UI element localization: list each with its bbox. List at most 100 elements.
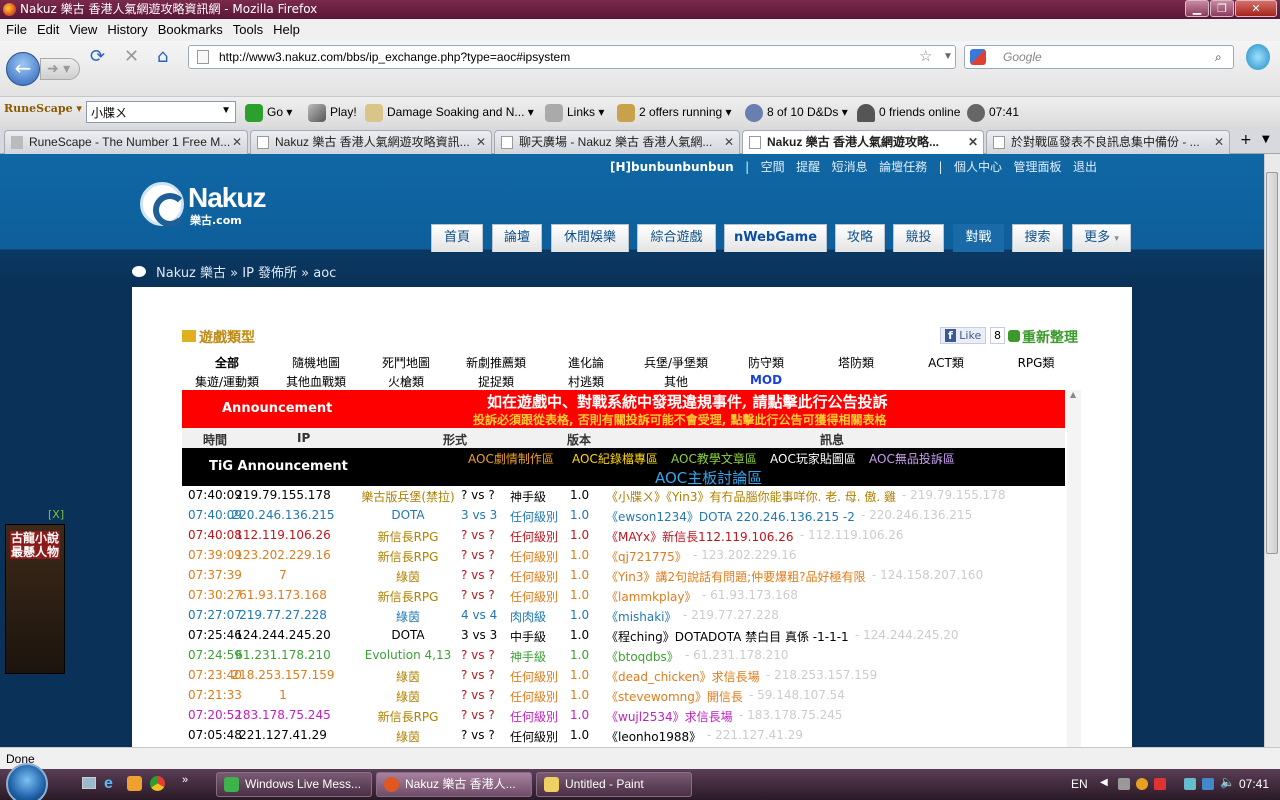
taskbar-overflow-icon[interactable]: » — [182, 774, 188, 786]
tab-close-icon[interactable]: ✕ — [1214, 131, 1224, 153]
maximize-button[interactable]: ❐ — [1210, 0, 1234, 17]
cat-rpg[interactable]: RPG類 — [991, 354, 1081, 371]
announcement-line1[interactable]: 如在遊戲中、對戰系統中發現違規事件, 請點擊此行公告投訴 — [487, 391, 887, 412]
back-button[interactable]: ← — [6, 52, 40, 86]
skype-icon[interactable] — [1246, 44, 1270, 70]
user-link-admin[interactable]: 管理面板 — [1013, 160, 1061, 174]
user-link-tasks[interactable]: 論壇任務 — [879, 160, 927, 174]
menu-bookmarks[interactable]: Bookmarks — [154, 19, 227, 40]
navtab-games[interactable]: 綜合遊戲 — [637, 224, 716, 252]
table-row[interactable]: 07:40:09 220.246.136.215 DOTA 3 vs 3 任何級別 1.0… — [188, 506, 1068, 526]
start-button[interactable] — [6, 763, 48, 800]
row-message[interactable]: 《小牒ㄨ》《Yin3》有冇品腦你能事咩你. 老. 母. 傲. 雞 — [606, 488, 896, 505]
table-row[interactable]: 07:27:07 219.77.27.228 綠茵 4 vs 4 肉肉級 1.0 《mish… — [188, 606, 1068, 626]
new-tab-icon[interactable]: + — [1240, 132, 1252, 148]
row-message[interactable]: 《程ching》DOTADOTA 禁白目 真係 -1-1-1 — [606, 628, 849, 645]
tig-main-board[interactable]: AOC主板討論區 — [655, 467, 762, 488]
forward-button[interactable]: ➜ ▾ — [40, 58, 80, 80]
search-input[interactable]: Google ⌕ — [964, 45, 1234, 69]
url-bar[interactable]: http://www3.nakuz.com/bbs/ip_exchange.ph… — [188, 45, 956, 69]
refresh-button[interactable]: 重新整理 — [1008, 327, 1078, 347]
cat-sports[interactable]: 集遊/運動類 — [182, 373, 272, 390]
cat-castle[interactable]: 兵堡/爭堡類 — [631, 354, 721, 371]
cat-other-battle[interactable]: 其他血戰類 — [271, 373, 361, 390]
system-clock[interactable]: 07:41 — [1239, 777, 1269, 791]
navtab-bidding[interactable]: 競投 — [893, 224, 944, 252]
tray-icon-1[interactable] — [1118, 778, 1130, 790]
navtab-home[interactable]: 首頁 — [431, 224, 483, 252]
table-row[interactable]: 07:05:48 221.127.41.29 綠茵? vs ? 任何級別 1.0 《leo… — [188, 726, 1068, 746]
stop-icon[interactable]: ✕ — [124, 46, 139, 67]
tab-backup[interactable]: 於對戰區發表不良訊息集中備份 - ... ✕ — [986, 130, 1230, 154]
facebook-like-button[interactable]: f Like — [940, 327, 987, 344]
row-message[interactable]: 《Yin3》講2句說話有問題;仲要爆粗?品好極有限 — [606, 568, 866, 585]
links-button[interactable]: Links ▾ — [545, 104, 604, 122]
tab-close-icon[interactable]: ✕ — [476, 131, 486, 153]
row-message[interactable]: 《btoqdbs》 — [606, 648, 679, 665]
menu-edit[interactable]: Edit — [33, 19, 63, 40]
site-logo[interactable]: Nakuz 樂古.com — [140, 182, 280, 228]
bookmark-star-icon[interactable]: ☆ — [919, 46, 932, 68]
cat-new-recommended[interactable]: 新劇推薦類 — [451, 354, 541, 371]
navtab-battle[interactable]: 對戰 — [953, 224, 1004, 252]
menu-history[interactable]: History — [103, 19, 151, 40]
navtab-search[interactable]: 搜索 — [1012, 224, 1063, 252]
damage-link[interactable]: Damage Soaking and N... ▾ — [365, 104, 534, 122]
taskbar-firefox[interactable]: Nakuz 樂古 香港人... — [376, 772, 532, 797]
user-link-space[interactable]: 空間 — [761, 160, 785, 174]
tray-icon-4[interactable] — [1184, 778, 1196, 790]
row-message[interactable]: 《ewson1234》DOTA 220.246.136.215 -2 — [606, 508, 855, 525]
scroll-up-icon[interactable]: ▲ — [1070, 390, 1076, 399]
cat-random-map[interactable]: 隨機地圖 — [271, 354, 361, 371]
tab-nakuz-active[interactable]: Nakuz 樂古 香港人氣網遊攻略... ✕ — [742, 130, 984, 155]
google-icon[interactable] — [970, 49, 986, 65]
play-button[interactable]: Play! — [308, 104, 357, 122]
clock-button[interactable]: 07:41 — [967, 104, 1019, 122]
user-link-reminder[interactable]: 提醒 — [796, 160, 820, 174]
show-desktop-icon[interactable] — [82, 777, 96, 789]
combo-dropdown-icon[interactable]: ▼ — [221, 105, 231, 116]
navtab-guides[interactable]: 攻略 — [835, 224, 885, 252]
tab-list-icon[interactable]: ▼ — [1262, 134, 1270, 145]
tab-runescape[interactable]: RuneScape - The Number 1 Free M... ✕ — [4, 130, 248, 154]
cat-tower-defense[interactable]: 塔防類 — [811, 354, 901, 371]
navtab-nwebgame[interactable]: nWebGame — [724, 224, 827, 252]
cat-act[interactable]: ACT類 — [901, 354, 991, 371]
user-link-profile[interactable]: 個人中心 — [954, 160, 1002, 174]
table-row[interactable]: 07:25:46 124.244.245.20 DOTA 3 vs 3 中手級 1.0 《程… — [188, 626, 1068, 646]
url-dropdown-icon[interactable]: ▼ — [943, 46, 953, 68]
tray-icon-3[interactable] — [1154, 778, 1166, 790]
menu-help[interactable]: Help — [269, 19, 304, 40]
row-message[interactable]: 《wujl2534》求信長場 — [606, 708, 733, 725]
offers-button[interactable]: 2 offers running ▾ — [617, 104, 732, 122]
table-row[interactable]: 07:40:09 219.79.155.178 樂古版兵堡(禁拉)? vs ? 神手級… — [188, 486, 1068, 506]
row-message[interactable]: 《leonho1988》 — [606, 728, 701, 745]
home-icon[interactable]: ⌂ — [157, 46, 168, 67]
media-player-icon[interactable] — [127, 776, 142, 791]
ie-icon[interactable]: e — [104, 775, 113, 793]
language-indicator[interactable]: EN — [1071, 777, 1088, 791]
network-icon[interactable] — [1202, 778, 1214, 790]
ad-close-link[interactable]: [X] — [48, 508, 64, 521]
navtab-more[interactable]: 更多 ▾ — [1072, 224, 1131, 252]
table-row[interactable]: 07:20:52 183.178.75.245 新信長RPG? vs ? 任何級別 1.… — [188, 706, 1068, 726]
menu-file[interactable]: File — [2, 19, 31, 40]
close-button[interactable]: ✕ — [1235, 0, 1277, 17]
go-button[interactable]: Go ▾ — [245, 104, 292, 122]
table-row[interactable]: 07:23:40 218.253.157.159 綠茵? vs ? 任何級別 1.0 《d… — [188, 666, 1068, 686]
cat-village-escape[interactable]: 村逃類 — [541, 373, 631, 390]
tig-link-tutorial[interactable]: AOC教學文章區 — [671, 450, 757, 467]
cat-gun[interactable]: 火槍類 — [361, 373, 451, 390]
announcement-banner[interactable]: Announcement 如在遊戲中、對戰系統中發現違規事件, 請點擊此行公告投… — [182, 390, 1065, 428]
table-row[interactable]: 07:39:09 123.202.229.16 新信長RPG? vs ? 任何級別 1.… — [188, 546, 1068, 566]
volume-icon[interactable]: 🔈 — [1220, 775, 1235, 789]
row-message[interactable]: 《stevewomng》開信長 — [606, 688, 743, 705]
table-row[interactable]: 07:37:39 7 綠茵? vs ? 任何級別 1.0 《Yin3》講2句說話有問題;仲… — [188, 566, 1068, 586]
cat-deathmatch[interactable]: 死鬥地圖 — [361, 354, 451, 371]
content-scrollbar[interactable]: ▲ — [1067, 390, 1081, 747]
minimize-button[interactable]: ▁ — [1185, 0, 1209, 17]
cat-defense[interactable]: 防守類 — [721, 354, 811, 371]
taskbar-messenger[interactable]: Windows Live Mess... — [216, 772, 372, 797]
username-combo[interactable]: 小牒ㄨ ▼ — [86, 101, 236, 123]
friends-button[interactable]: 0 friends online — [857, 104, 960, 122]
